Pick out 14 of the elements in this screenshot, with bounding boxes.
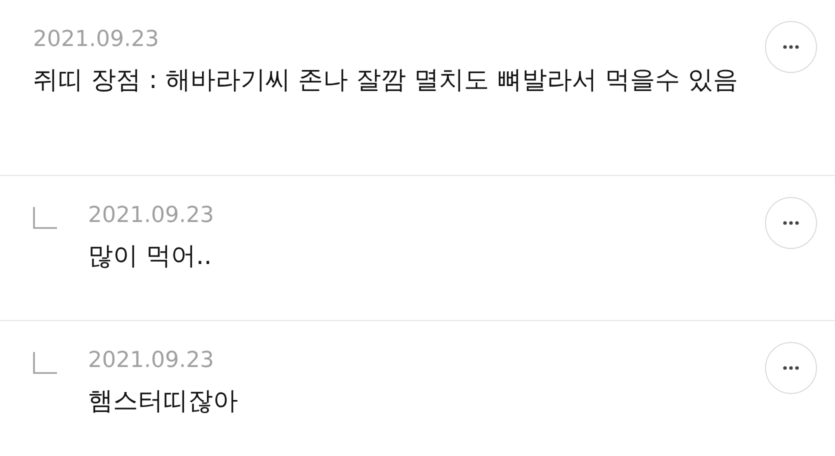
more-icon [783,366,799,370]
comment-text: 햄스터띠잖아 [88,385,239,417]
comment-date: 2021.09.23 [88,347,215,375]
comment-date: 2021.09.23 [88,202,215,230]
reply-indicator-icon [33,352,57,374]
more-icon [783,221,799,225]
more-icon [783,45,799,49]
more-options-button[interactable] [765,197,817,249]
comment-text: 쥐띠 장점 : 해바라기씨 존나 잘깜 멸치도 뼈발라서 먹을수 있음 [33,64,739,96]
reply-indicator-icon [33,207,57,229]
comment-date: 2021.09.23 [33,26,160,54]
comment-text: 많이 먹어.. [88,240,213,272]
more-options-button[interactable] [765,21,817,73]
more-options-button[interactable] [765,342,817,394]
